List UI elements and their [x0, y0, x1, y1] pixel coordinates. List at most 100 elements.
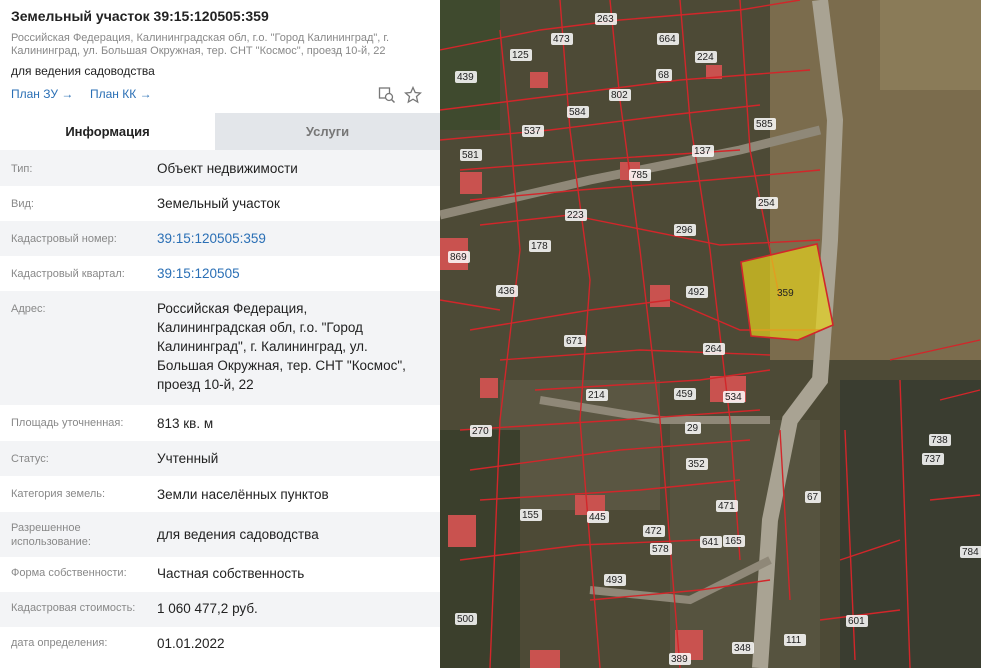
info-row-area: Площадь уточненная: 813 кв. м: [0, 405, 440, 441]
info-panel: Земельный участок 39:15:120505:359 Росси…: [0, 0, 440, 668]
address-line: проезд 10-й, 22: [157, 377, 254, 392]
info-row-permitted-use: Разрешенное использование: для ведения с…: [0, 512, 440, 557]
row-value: Объект недвижимости: [157, 161, 298, 176]
row-label: Кадастровый квартал:: [11, 268, 125, 280]
parcel-label: 472: [645, 526, 662, 537]
parcel-label: 352: [688, 459, 705, 470]
parcel-label: 296: [676, 225, 693, 236]
parcel-label: 29: [687, 423, 699, 434]
row-value: Российская Федерация, Калининградская об…: [157, 299, 432, 394]
row-label-line: использование:: [11, 536, 91, 548]
parcel-label: 439: [457, 72, 474, 83]
row-value: 01.01.2022: [157, 636, 225, 651]
info-row-cadastral-number: Кадастровый номер: 39:15:120505:359: [0, 221, 440, 256]
parcel-label: 585: [756, 119, 773, 130]
info-row-address: Адрес: Российская Федерация, Калининград…: [0, 291, 440, 405]
cadastral-map[interactable]: 359 263 664 473 439 125 224 68 802 584 537 585 581 1…: [440, 0, 981, 668]
info-row-cadastral-quarter: Кадастровый квартал: 39:15:120505: [0, 256, 440, 291]
row-label: Адрес:: [11, 303, 46, 315]
info-row-type: Тип: Объект недвижимости: [0, 150, 440, 186]
info-row-status: Статус: Учтенный: [0, 441, 440, 476]
row-value: Частная собственность: [157, 566, 305, 581]
parcel-label: 125: [512, 50, 529, 61]
parcel-label: 264: [705, 344, 722, 355]
row-label: Категория земель:: [11, 488, 106, 500]
star-icon[interactable]: [403, 85, 423, 104]
address-line: Российская Федерация,: [157, 301, 308, 316]
parcel-label: 223: [567, 210, 584, 221]
parcel-label: 445: [589, 512, 606, 523]
parcel-label: 263: [597, 14, 614, 25]
row-label: Кадастровый номер:: [11, 233, 117, 245]
parcel-label: 534: [725, 392, 742, 403]
plan-zu-link[interactable]: План ЗУ →: [11, 87, 73, 101]
parcel-label: 581: [462, 150, 479, 161]
parcel-label: 214: [588, 390, 605, 401]
info-row-valuation-date: дата определения: 01.01.2022: [0, 627, 440, 663]
parcel-label: 493: [606, 575, 623, 586]
satellite-map-canvas[interactable]: 359 263 664 473 439 125 224 68 802 584 537 585 581 1…: [440, 0, 981, 668]
parcel-label: 348: [734, 643, 751, 654]
row-value: 1 060 477,2 руб.: [157, 601, 258, 616]
address-line: Калининград", г. Калининград, ул.: [157, 339, 368, 354]
parcel-label: 578: [652, 544, 669, 555]
row-value: 813 кв. м: [157, 416, 214, 431]
info-row-land-category: Категория земель: Земли населённых пункт…: [0, 476, 440, 512]
parcel-label: 784: [962, 547, 979, 558]
parcel-label: 436: [498, 286, 515, 297]
parcel-label: 270: [472, 426, 489, 437]
search-map-icon[interactable]: [378, 86, 396, 104]
cadastral-number-link[interactable]: 39:15:120505:359: [157, 229, 432, 248]
page-title: Земельный участок 39:15:120505:359: [11, 8, 269, 24]
plan-kk-link[interactable]: План КК →: [90, 87, 152, 101]
address-subtitle-line: Российская Федерация, Калининградская об…: [11, 32, 390, 44]
row-label: Кадастровая стоимость:: [11, 602, 136, 614]
info-row-cadastral-value: Кадастровая стоимость: 1 060 477,2 руб.: [0, 592, 440, 627]
parcel-label: 802: [611, 90, 628, 101]
parcel-label: 471: [718, 501, 735, 512]
parcel-label: 601: [848, 616, 865, 627]
parcel-label: 492: [688, 287, 705, 298]
parcel-label: 738: [931, 435, 948, 446]
tab-information[interactable]: Информация: [0, 113, 215, 150]
parcel-label: 671: [566, 336, 583, 347]
info-row-kind: Вид: Земельный участок: [0, 186, 440, 221]
address-subtitle-line: Калининград, ул. Большая Окружная, тер. …: [11, 45, 386, 57]
row-label: Площадь уточненная:: [11, 417, 124, 429]
row-label-line: Разрешенное: [11, 522, 81, 534]
tab-services[interactable]: Услуги: [215, 113, 440, 150]
parcel-label: 869: [450, 252, 467, 263]
parcel-label: 641: [702, 537, 719, 548]
info-row-ownership: Форма собственности: Частная собственнос…: [0, 557, 440, 592]
row-label: Разрешенное использование:: [11, 521, 146, 549]
row-value: Учтенный: [157, 451, 219, 466]
row-label: дата определения:: [11, 637, 108, 649]
address-line: Большая Окружная, тер. СНТ "Космос",: [157, 358, 406, 373]
parcel-label: 67: [807, 492, 819, 503]
row-value: Земли населённых пунктов: [157, 487, 329, 502]
row-value: для ведения садоводства: [157, 527, 319, 542]
row-label: Форма собственности:: [11, 567, 127, 579]
parcel-label: 155: [522, 510, 539, 521]
row-label: Статус:: [11, 453, 49, 465]
parcel-label: 737: [924, 454, 941, 465]
parcel-purpose: для ведения садоводства: [11, 64, 155, 78]
info-table: Тип: Объект недвижимости Вид: Земельный …: [0, 150, 440, 663]
parcel-label: 178: [531, 241, 548, 252]
parcel-label: 165: [725, 536, 742, 547]
row-label: Тип:: [11, 163, 33, 175]
parcel-label: 137: [694, 146, 711, 157]
parcel-label: 584: [569, 107, 586, 118]
parcel-label: 389: [671, 654, 688, 665]
parcel-label: 224: [697, 52, 714, 63]
parcel-label: 537: [524, 126, 541, 137]
address-line: Калининградская обл, г.о. "Город: [157, 320, 363, 335]
selected-parcel-label: 359: [777, 288, 794, 299]
parcel-label: 500: [457, 614, 474, 625]
parcel-label: 459: [676, 389, 693, 400]
cadastral-quarter-link[interactable]: 39:15:120505: [157, 264, 432, 283]
tab-bar: Информация Услуги: [0, 113, 440, 150]
address-subtitle: Российская Федерация, Калининградская об…: [11, 32, 421, 58]
parcel-label: 111: [786, 635, 802, 646]
parcel-label: 664: [659, 34, 676, 45]
